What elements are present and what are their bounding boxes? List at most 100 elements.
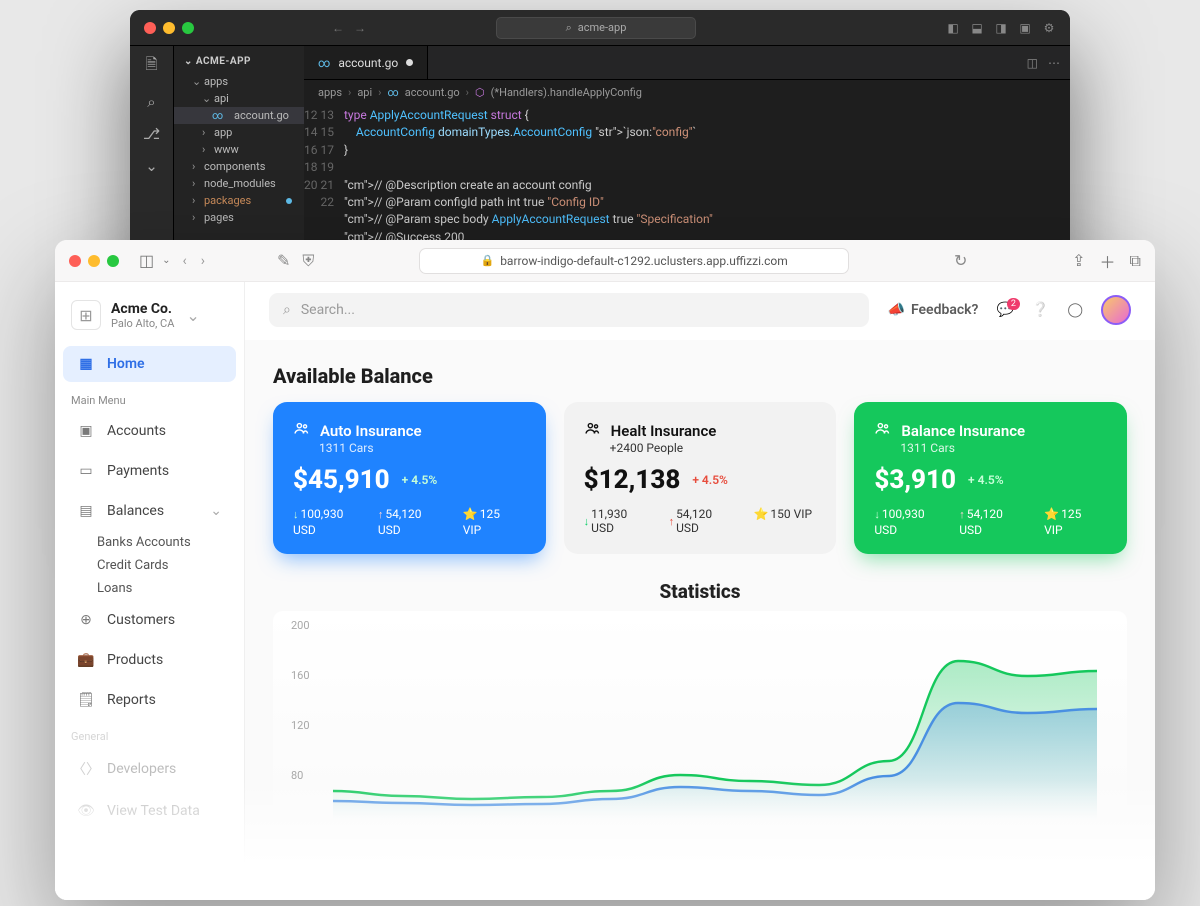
- nav-back-icon[interactable]: ‹: [183, 253, 187, 269]
- card-title: Balance Insurance: [901, 422, 1025, 440]
- folder-apps[interactable]: ⌄apps: [174, 73, 304, 90]
- github-button[interactable]: ◯: [1067, 302, 1083, 318]
- feedback-button[interactable]: 📣 Feedback?: [888, 302, 979, 318]
- explorer-icon[interactable]: 🗎: [145, 54, 157, 79]
- megaphone-icon: 📣: [888, 302, 905, 318]
- sidebar-item-reports[interactable]: 🗒 Reports: [63, 682, 236, 718]
- card-amount: $12,138: [584, 465, 681, 495]
- sidebar-toggle-icon[interactable]: ◫: [139, 251, 154, 270]
- vscode-breadcrumb[interactable]: apps› api› ∞account.go› ⬡(*Handlers).han…: [304, 80, 1070, 105]
- org-switcher[interactable]: ⊞ Acme Co. Palo Alto, CA ⌄: [55, 296, 244, 344]
- tab-account-go[interactable]: ∞ account.go: [304, 46, 428, 79]
- ytick: 160: [291, 669, 310, 682]
- search-icon: ⌕: [566, 21, 572, 35]
- sidebar-section-general: General: [55, 720, 244, 747]
- user-icon: ▣: [77, 423, 95, 439]
- minimize-icon[interactable]: [88, 255, 100, 267]
- statistics-title: Statistics: [273, 580, 1127, 603]
- folder-app[interactable]: ›app: [174, 124, 304, 141]
- file-account-go[interactable]: ∞ account.go: [174, 107, 304, 124]
- browser-url-bar[interactable]: 🔒 barrow-indigo-default-c1292.uclusters.…: [419, 248, 849, 274]
- dev-icon[interactable]: ✎: [277, 251, 290, 270]
- sidebar-item-balances[interactable]: ▤ Balances ⌄: [63, 493, 236, 529]
- nav-back-icon[interactable]: ←: [332, 21, 344, 35]
- card-amount: $3,910: [874, 465, 956, 495]
- vscode-layout-icons: ◧ ⬓ ◨ ▣ ⚙: [946, 21, 1056, 35]
- panel-bottom-icon[interactable]: ⬓: [970, 21, 984, 35]
- globe-icon: ⊕: [77, 612, 95, 628]
- avatar[interactable]: [1101, 295, 1131, 325]
- group-icon: [293, 420, 310, 441]
- search-icon[interactable]: ⌕: [147, 93, 155, 111]
- org-location: Palo Alto, CA: [111, 317, 174, 330]
- sidebar-item-accounts[interactable]: ▣ Accounts: [63, 413, 236, 449]
- folder-pages[interactable]: ›pages: [174, 209, 304, 226]
- vscode-titlebar: ← → ⌕ acme-app ◧ ⬓ ◨ ▣ ⚙: [130, 10, 1070, 46]
- source-control-icon[interactable]: ⎇: [143, 125, 160, 143]
- more-icon[interactable]: ⋯: [1048, 56, 1060, 70]
- sidebar-item-viewtest[interactable]: 👁 View Test Data: [63, 793, 236, 829]
- balance-card[interactable]: Healt Insurance +2400 People $12,138 + 4…: [564, 402, 837, 554]
- ytick: 80: [291, 769, 303, 782]
- card-stat: ↑54,120USD: [959, 507, 1022, 538]
- org-logo-icon: ⊞: [71, 300, 101, 330]
- chevron-down-icon[interactable]: ⌄: [145, 157, 158, 175]
- notifications-button[interactable]: 💬 2: [996, 302, 1013, 318]
- sidebar-item-home[interactable]: ▦ Home: [63, 346, 236, 382]
- search-input[interactable]: ⌕ Search...: [269, 293, 869, 327]
- browser-chrome: ◫ ⌄ ‹ › ✎ ⛨ 🔒 barrow-indigo-default-c129…: [55, 240, 1155, 282]
- minimize-icon[interactable]: [163, 22, 175, 34]
- sidebar-sub-credit[interactable]: Credit Cards: [55, 554, 244, 577]
- reload-icon[interactable]: ↻: [954, 251, 967, 270]
- go-icon: ∞: [212, 109, 223, 122]
- card-subtitle: 1311 Cars: [319, 441, 526, 455]
- balance-cards: Auto Insurance 1311 Cars $45,910 + 4.5% …: [273, 402, 1127, 554]
- go-icon: ∞: [318, 56, 330, 70]
- group-icon: [874, 420, 891, 441]
- sidebar-item-products[interactable]: 💼 Products: [63, 642, 236, 678]
- card-icon: ▭: [77, 463, 95, 479]
- split-editor-icon[interactable]: ◫: [1027, 56, 1038, 70]
- folder-components[interactable]: ›components: [174, 158, 304, 175]
- folder-packages[interactable]: ›packages: [174, 192, 304, 209]
- shield-icon[interactable]: ⛨: [302, 251, 314, 271]
- ytick: 200: [291, 619, 310, 632]
- lock-icon: 🔒: [480, 254, 494, 267]
- vscode-command-center[interactable]: ⌕ acme-app: [496, 17, 696, 39]
- close-icon[interactable]: [144, 22, 156, 34]
- sidebar-sub-banks[interactable]: Banks Accounts: [55, 531, 244, 554]
- help-button[interactable]: ❔: [1032, 302, 1049, 318]
- group-icon: [584, 420, 601, 441]
- new-tab-icon[interactable]: ＋: [1100, 249, 1116, 273]
- panel-left-icon[interactable]: ◧: [946, 21, 960, 35]
- folder-api[interactable]: ⌄api: [174, 90, 304, 107]
- card-title: Healt Insurance: [611, 422, 717, 440]
- content: Available Balance Auto Insurance 1311 Ca…: [245, 338, 1155, 831]
- gear-icon[interactable]: ⚙: [1042, 21, 1056, 35]
- symbol-icon: ⬡: [475, 86, 485, 99]
- tabs-icon[interactable]: ⧉: [1130, 251, 1141, 271]
- folder-www[interactable]: ›www: [174, 141, 304, 158]
- card-stat: ↓100,930USD: [874, 507, 937, 538]
- balance-card[interactable]: Balance Insurance 1311 Cars $3,910 + 4.5…: [854, 402, 1127, 554]
- chevron-down-icon[interactable]: ⌄: [162, 255, 170, 266]
- sidebar-item-customers[interactable]: ⊕ Customers: [63, 602, 236, 638]
- search-icon: ⌕: [283, 302, 291, 318]
- sidebar-item-developers[interactable]: 〈〉 Developers: [63, 749, 236, 789]
- sidebar-item-payments[interactable]: ▭ Payments: [63, 453, 236, 489]
- card-pct: + 4.5%: [402, 473, 438, 487]
- vscode-nav: ← →: [332, 21, 366, 35]
- share-icon[interactable]: ⇪: [1072, 251, 1085, 270]
- card-stat: ⭐125VIP: [1044, 507, 1107, 538]
- zoom-icon[interactable]: [182, 22, 194, 34]
- folder-node-modules[interactable]: ›node_modules: [174, 175, 304, 192]
- nav-fwd-icon[interactable]: →: [354, 21, 366, 35]
- panel-right-icon[interactable]: ◨: [994, 21, 1008, 35]
- sidebar-sub-loans[interactable]: Loans: [55, 577, 244, 600]
- zoom-icon[interactable]: [107, 255, 119, 267]
- layout-icon[interactable]: ▣: [1018, 21, 1032, 35]
- explorer-project[interactable]: ⌄ ACME-APP: [174, 52, 304, 71]
- close-icon[interactable]: [69, 255, 81, 267]
- nav-fwd-icon[interactable]: ›: [201, 253, 205, 269]
- balance-card[interactable]: Auto Insurance 1311 Cars $45,910 + 4.5% …: [273, 402, 546, 554]
